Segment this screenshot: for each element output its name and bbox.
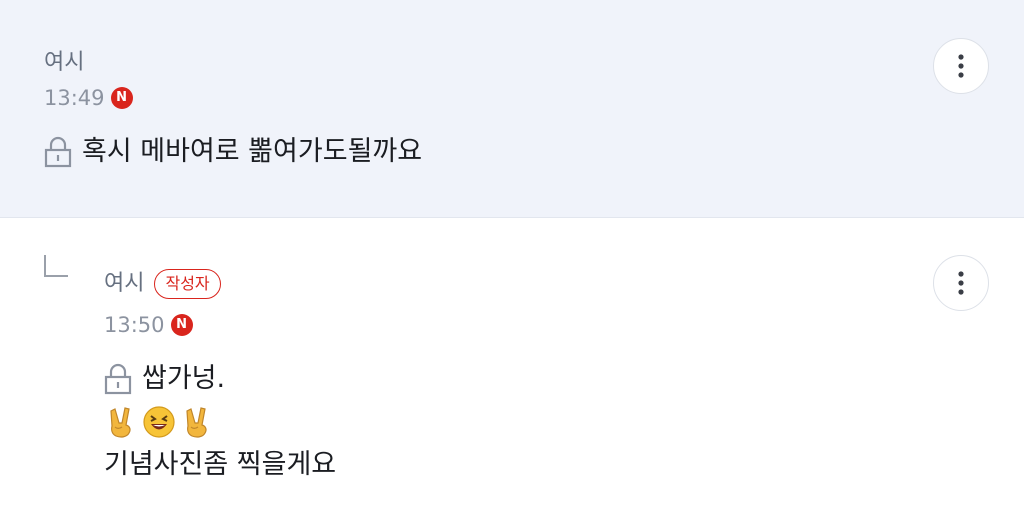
reply-comment-item: 여시 작성자 13:50 N 쌉가넝. 기념사진좀 찍을게요: [0, 219, 1024, 518]
more-options-button[interactable]: [933, 255, 989, 311]
comment-time: 13:49: [44, 86, 105, 110]
lock-icon: [44, 136, 72, 168]
laughing-face-icon: [143, 406, 175, 438]
comment-body: 혹시 메바여로 뽊여가도될까요: [44, 134, 422, 170]
reply-arrow-icon: [44, 255, 68, 277]
comment-text: 쌉가넝.: [142, 363, 226, 394]
lock-icon: [104, 363, 132, 395]
more-vertical-icon: [958, 271, 964, 295]
comment-timestamp: 13:50 N: [104, 312, 193, 338]
victory-hand-icon: [110, 407, 131, 438]
comment-author[interactable]: 여시: [44, 50, 84, 76]
new-badge: N: [170, 314, 193, 336]
comment-text: 혹시 메바여로 뽊여가도될까요: [82, 136, 423, 167]
comment-time: 13:50: [104, 313, 165, 337]
emoji-row: [104, 405, 218, 439]
comment-header: 여시 작성자: [104, 269, 221, 299]
writer-badge: 작성자: [154, 269, 221, 299]
comment-body-line: 쌉가넝.: [104, 361, 225, 397]
comment-timestamp: 13:49 N: [44, 85, 133, 111]
more-vertical-icon: [958, 54, 964, 78]
comment-author[interactable]: 여시: [104, 271, 144, 297]
comment-item: 여시 13:49 N 혹시 메바여로 뽊여가도될까요: [0, 0, 1024, 218]
more-options-button[interactable]: [933, 38, 989, 94]
comment-text: 기념사진좀 찍을게요: [104, 449, 337, 480]
new-badge: N: [110, 87, 133, 109]
victory-hand-icon: [186, 407, 207, 438]
